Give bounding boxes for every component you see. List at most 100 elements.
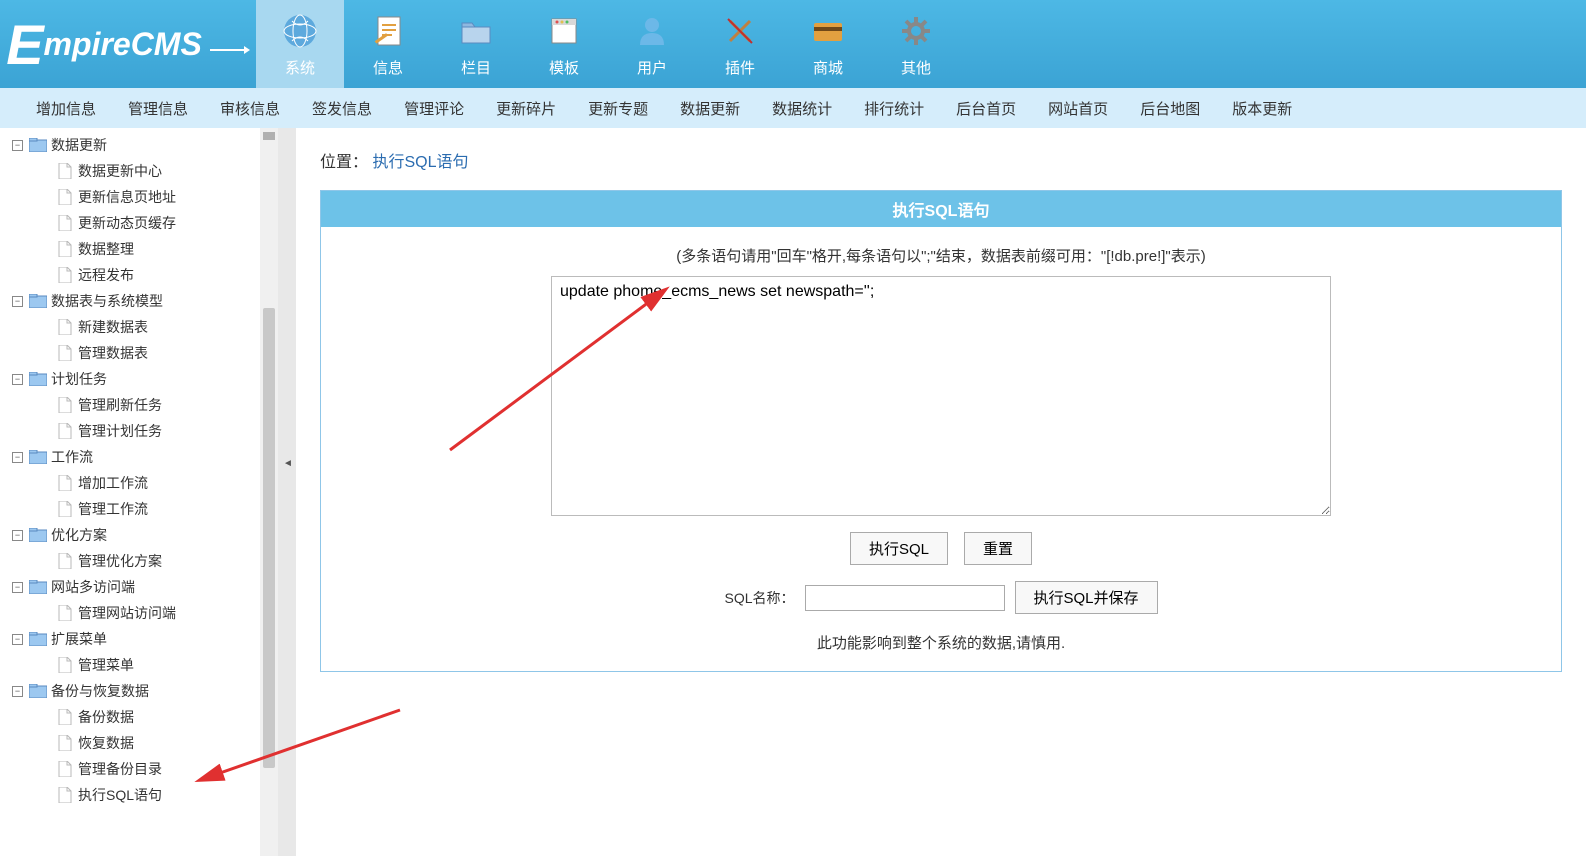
collapse-icon[interactable]: − [12, 296, 23, 307]
tree-item[interactable]: 备份数据 [0, 704, 260, 730]
reset-button[interactable]: 重置 [964, 532, 1032, 565]
tree-item-label: 执行SQL语句 [78, 785, 162, 805]
subnav-item[interactable]: 更新专题 [572, 98, 664, 119]
file-icon [56, 397, 74, 413]
tree-item[interactable]: 管理工作流 [0, 496, 260, 522]
collapse-icon[interactable]: − [12, 530, 23, 541]
topnav-item-window[interactable]: 模板 [520, 0, 608, 88]
subnav-item[interactable]: 增加信息 [20, 98, 112, 119]
tree-folder[interactable]: −优化方案 [0, 522, 260, 548]
subnav-item[interactable]: 网站首页 [1032, 98, 1124, 119]
tree-item[interactable]: 数据整理 [0, 236, 260, 262]
topnav-item-document[interactable]: 信息 [344, 0, 432, 88]
topnav-item-card[interactable]: 商城 [784, 0, 872, 88]
tree-item[interactable]: 管理数据表 [0, 340, 260, 366]
top-nav: 系统信息 栏目模板用户插件商城其他 [256, 0, 1586, 88]
folder-icon [29, 527, 47, 543]
sidebar-tree: − 数据更新数据更新中心更新信息页地址更新动态页缓存数据整理远程发布−数据表与系统… [0, 128, 260, 856]
sql-name-label: SQL名称： [724, 588, 794, 608]
collapse-toggle[interactable]: ◄ [278, 128, 296, 856]
tree-item-label: 更新动态页缓存 [78, 213, 176, 233]
collapse-icon[interactable]: − [12, 140, 23, 151]
tree-item[interactable]: 管理优化方案 [0, 548, 260, 574]
tree-item[interactable]: 更新信息页地址 [0, 184, 260, 210]
file-icon [56, 735, 74, 751]
tree-item[interactable]: 管理菜单 [0, 652, 260, 678]
subnav-item[interactable]: 签发信息 [296, 98, 388, 119]
file-icon [56, 657, 74, 673]
tree-folder[interactable]: −备份与恢复数据 [0, 678, 260, 704]
document-icon [368, 11, 408, 51]
tree-item[interactable]: 管理网站访问端 [0, 600, 260, 626]
arrow-icon [210, 26, 250, 63]
tree-item[interactable]: 恢复数据 [0, 730, 260, 756]
scrollbar[interactable] [260, 128, 278, 856]
tree-item[interactable]: 管理刷新任务 [0, 392, 260, 418]
tree-item[interactable]: 执行SQL语句 [0, 782, 260, 808]
file-icon [56, 241, 74, 257]
panel-title: 执行SQL语句 [321, 191, 1561, 227]
collapse-icon[interactable]: − [12, 374, 23, 385]
tree-item-label: 新建数据表 [78, 317, 148, 337]
topnav-label: 信息 [373, 57, 403, 78]
subnav-item[interactable]: 排行统计 [848, 98, 940, 119]
file-icon [56, 761, 74, 777]
tree-item-label: 管理工作流 [78, 499, 148, 519]
subnav-item[interactable]: 数据更新 [664, 98, 756, 119]
tree-item-label: 恢复数据 [78, 733, 134, 753]
tree-folder[interactable]: − 扩展菜单 [0, 626, 260, 652]
sql-textarea[interactable] [551, 276, 1331, 516]
tree-item[interactable]: 远程发布 [0, 262, 260, 288]
tree-item[interactable]: 管理备份目录 [0, 756, 260, 782]
topnav-item-folder[interactable]: 栏目 [432, 0, 520, 88]
tree-folder-label: 数据更新 [51, 135, 107, 155]
collapse-icon[interactable]: − [12, 582, 23, 593]
folder-icon [29, 631, 47, 647]
tree-folder-label: 扩展菜单 [51, 629, 107, 649]
tree-folder[interactable]: −数据表与系统模型 [0, 288, 260, 314]
tree-item[interactable]: 数据更新中心 [0, 158, 260, 184]
collapse-icon[interactable]: − [12, 686, 23, 697]
execute-sql-button[interactable]: 执行SQL [850, 532, 948, 565]
tree-item[interactable]: 管理计划任务 [0, 418, 260, 444]
tree-item-label: 管理刷新任务 [78, 395, 162, 415]
subnav-item[interactable]: 数据统计 [756, 98, 848, 119]
folder-icon [29, 449, 47, 465]
subnav-item[interactable]: 审核信息 [204, 98, 296, 119]
tree-folder[interactable]: − 计划任务 [0, 366, 260, 392]
topnav-item-user[interactable]: 用户 [608, 0, 696, 88]
execute-and-save-button[interactable]: 执行SQL并保存 [1015, 581, 1158, 614]
tree-folder-label: 计划任务 [51, 369, 107, 389]
tree-item-label: 管理网站访问端 [78, 603, 176, 623]
card-icon [808, 11, 848, 51]
file-icon [56, 319, 74, 335]
topnav-item-gear[interactable]: 其他 [872, 0, 960, 88]
hint-text: (多条语句请用"回车"格开,每条语句以";"结束，数据表前缀可用："[!db.p… [339, 245, 1543, 266]
topnav-item-globe[interactable]: 系统 [256, 0, 344, 88]
subnav-item[interactable]: 管理信息 [112, 98, 204, 119]
subnav-item[interactable]: 管理评论 [388, 98, 480, 119]
file-icon [56, 605, 74, 621]
tree-item[interactable]: 更新动态页缓存 [0, 210, 260, 236]
subnav-item[interactable]: 版本更新 [1216, 98, 1308, 119]
tree-item[interactable]: 增加工作流 [0, 470, 260, 496]
topnav-item-plugin[interactable]: 插件 [696, 0, 784, 88]
subnav-item[interactable]: 后台首页 [940, 98, 1032, 119]
tree-item-label: 备份数据 [78, 707, 134, 727]
file-icon [56, 423, 74, 439]
tree-folder[interactable]: − 数据更新 [0, 132, 260, 158]
header: EmpireCMS 系统信息栏目模板用户插件商城其他 [0, 0, 1586, 88]
collapse-icon[interactable]: − [12, 452, 23, 463]
subnav-item[interactable]: 更新碎片 [480, 98, 572, 119]
window-icon [544, 11, 584, 51]
sub-nav: 增加信息管理信息审核信息签发信息管理评论更新碎片更新专题数据更新数据统计排行统计… [0, 88, 1586, 128]
breadcrumb-page[interactable]: 执行SQL语句 [372, 154, 468, 171]
tree-folder[interactable]: −网站多访问端 [0, 574, 260, 600]
tree-item-label: 管理数据表 [78, 343, 148, 363]
sql-name-input[interactable] [805, 585, 1005, 611]
collapse-icon[interactable]: − [12, 634, 23, 645]
tree-item[interactable]: 新建数据表 [0, 314, 260, 340]
tree-item-label: 管理计划任务 [78, 421, 162, 441]
subnav-item[interactable]: 后台地图 [1124, 98, 1216, 119]
tree-folder[interactable]: −工作流 [0, 444, 260, 470]
